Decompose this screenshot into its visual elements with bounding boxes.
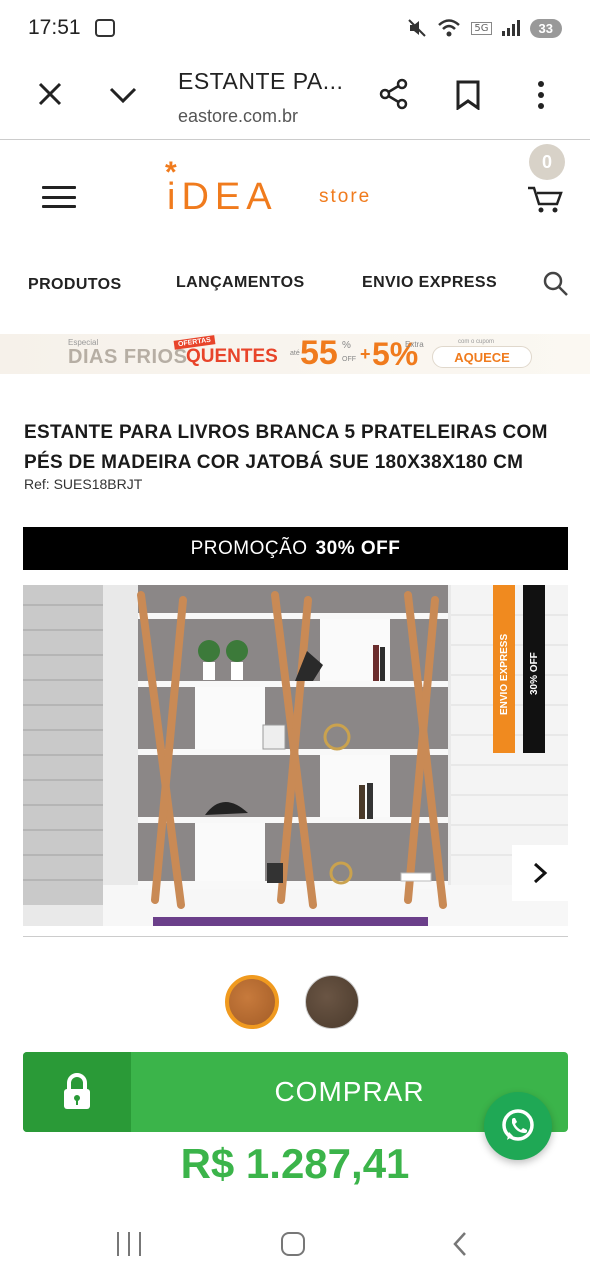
image-tag-envio-express: ENVIO EXPRESS <box>499 634 510 715</box>
color-swatch-dark-wood[interactable] <box>305 975 359 1029</box>
android-navigation-bar <box>0 1212 590 1280</box>
status-bar: 17:51 5G 33 <box>0 0 590 56</box>
category-nav: PRODUTOS LANÇAMENTOS ENVIO EXPRESS <box>0 264 590 308</box>
home-icon[interactable] <box>281 1232 305 1256</box>
back-icon[interactable] <box>450 1230 470 1258</box>
product-title-line-2: PÉS DE MADEIRA COR JATOBÁ SUE 180X38X180… <box>24 452 524 473</box>
promo-banner[interactable]: Especial DIAS FRIOS OFERTAS QUENTES até … <box>0 334 590 374</box>
promotion-prefix: PROMOÇÃO <box>190 537 308 559</box>
banner-discount-value: 55 <box>300 334 338 372</box>
image-tag-30-off: 30% OFF <box>529 652 540 695</box>
cart-icon[interactable] <box>526 184 564 214</box>
logo-wordmark: iDEA <box>167 176 278 218</box>
nav-item-envio-express[interactable]: ENVIO EXPRESS <box>362 274 497 292</box>
share-icon[interactable] <box>378 78 410 110</box>
bookshelf-illustration: ENVIO EXPRESS 30% OFF <box>23 585 568 926</box>
product-title-line-1: ESTANTE PARA LIVROS BRANCA 5 PRATELEIRAS… <box>24 422 548 443</box>
browser-toolbar: ESTANTE PA... eastore.com.br <box>0 56 590 140</box>
recent-apps-icon[interactable] <box>117 1232 141 1256</box>
status-icons: 5G 33 <box>407 18 562 38</box>
logo-suffix: store <box>319 186 372 207</box>
promotion-strip: PROMOÇÃO 30% OFF <box>23 527 568 570</box>
network-type: 5G <box>471 21 492 35</box>
browser-url[interactable]: eastore.com.br <box>178 106 298 127</box>
browser-page-title: ESTANTE PA... <box>178 68 344 94</box>
product-price: R$ 1.287,41 <box>180 1140 410 1187</box>
product-image[interactable]: ENVIO EXPRESS 30% OFF <box>23 585 568 926</box>
lock-icon <box>64 1073 90 1109</box>
more-options-icon[interactable] <box>530 80 552 110</box>
banner-coupon-code: AQUECE <box>432 346 532 368</box>
banner-plus: + <box>360 344 371 364</box>
product-title: ESTANTE PARA LIVROS BRANCA 5 PRATELEIRAS… <box>24 418 564 478</box>
banner-quentes: QUENTES <box>186 346 278 367</box>
promotion-value: 30% OFF <box>315 537 401 559</box>
banner-coupon-label: com o cupom <box>458 339 495 345</box>
close-icon[interactable] <box>36 80 64 108</box>
store-logo[interactable]: * iDEA store <box>165 156 385 218</box>
image-next-button[interactable] <box>512 845 568 901</box>
search-icon[interactable] <box>542 270 570 298</box>
bookmark-icon[interactable] <box>454 80 482 110</box>
banner-ate: até <box>290 350 300 357</box>
product-ref: Ref: SUES18BRJT <box>24 476 143 492</box>
hamburger-menu-icon[interactable] <box>42 186 76 208</box>
battery-indicator: 33 <box>529 18 562 38</box>
site-header: * iDEA store 0 <box>0 140 590 250</box>
screen-record-icon <box>94 19 115 37</box>
status-time: 17:51 <box>28 16 81 39</box>
chevron-right-icon <box>533 862 548 884</box>
banner-dias-frios: DIAS FRIOS <box>68 346 188 368</box>
chevron-down-icon[interactable] <box>108 82 138 108</box>
banner-extra-label: Extra <box>405 340 424 349</box>
banner-percent-sign: % <box>342 340 351 351</box>
signal-icon <box>501 20 520 36</box>
color-swatch-jatoba[interactable] <box>225 975 279 1029</box>
cart-count-badge: 0 <box>529 144 565 180</box>
buy-lock-box <box>23 1052 131 1132</box>
mute-icon <box>408 19 427 37</box>
banner-off: OFF <box>342 356 356 363</box>
wifi-icon <box>438 19 461 37</box>
nav-item-produtos[interactable]: PRODUTOS <box>28 276 122 294</box>
divider <box>23 936 568 937</box>
nav-item-lancamentos[interactable]: LANÇAMENTOS <box>176 274 305 292</box>
